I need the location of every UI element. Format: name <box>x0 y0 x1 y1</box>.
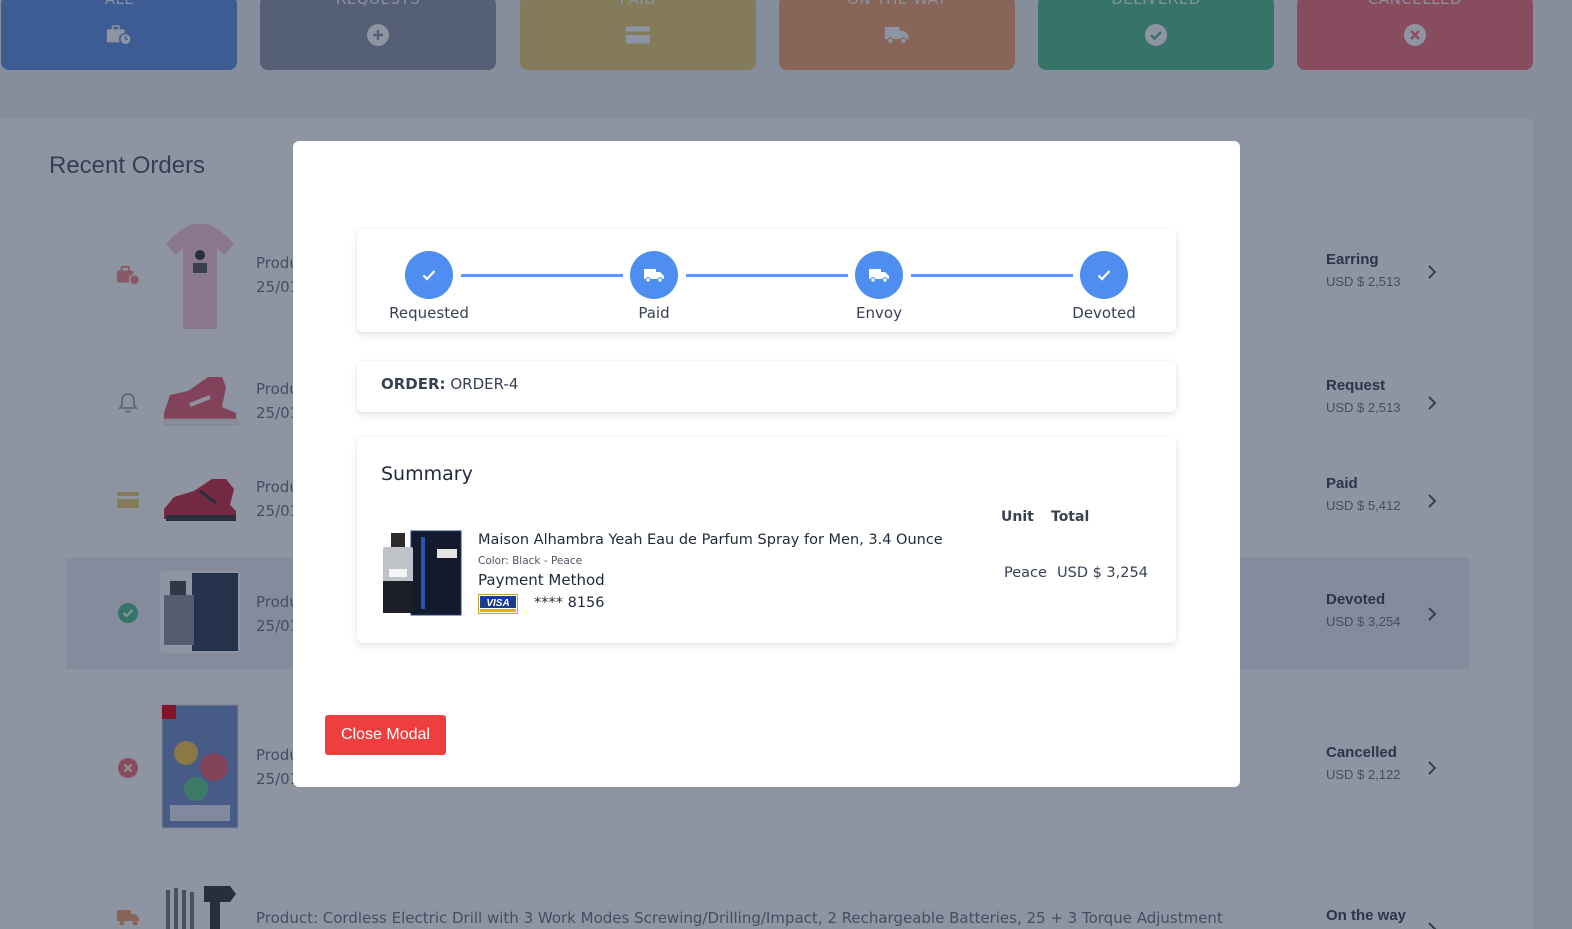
order-id-line: ORDER: ORDER-4 <box>381 375 518 393</box>
truck-icon <box>630 251 678 299</box>
order-detail-modal: Requested Paid Envoy Devoted ORDER: ORDE… <box>293 141 1240 787</box>
product-image-perfume <box>381 529 463 617</box>
order-id-card: ORDER: ORDER-4 <box>357 361 1176 412</box>
product-color: Color: Black - Peace <box>478 555 583 567</box>
truck-icon <box>855 251 903 299</box>
step-paid: Paid <box>594 251 714 322</box>
item-unit: Peace <box>1004 565 1047 581</box>
step-label: Envoy <box>856 304 902 322</box>
step-label: Devoted <box>1072 304 1136 322</box>
order-id-value: ORDER-4 <box>450 375 519 393</box>
step-label: Paid <box>638 304 670 322</box>
check-icon <box>1080 251 1128 299</box>
order-progress-stepper: Requested Paid Envoy Devoted <box>357 229 1176 332</box>
step-devoted: Devoted <box>1044 251 1164 322</box>
step-envoy: Envoy <box>819 251 939 322</box>
payment-method-title: Payment Method <box>478 571 605 589</box>
column-header-total: Total <box>1051 509 1090 525</box>
close-modal-button[interactable]: Close Modal <box>325 715 446 755</box>
item-total: USD $ 3,254 <box>1057 565 1148 581</box>
column-header-unit: Unit <box>1001 509 1034 525</box>
order-id-label: ORDER: <box>381 375 446 393</box>
step-requested: Requested <box>369 251 489 322</box>
product-name: Maison Alhambra Yeah Eau de Parfum Spray… <box>478 532 943 548</box>
check-icon <box>405 251 453 299</box>
masked-card-number: **** 8156 <box>534 595 605 611</box>
svg-text:VISA: VISA <box>486 598 509 609</box>
order-summary-card: Summary Unit Total Maison Alhambra Yeah … <box>357 437 1176 643</box>
visa-card-icon: VISA <box>478 594 518 614</box>
summary-title: Summary <box>381 463 473 485</box>
step-label: Requested <box>389 304 469 322</box>
